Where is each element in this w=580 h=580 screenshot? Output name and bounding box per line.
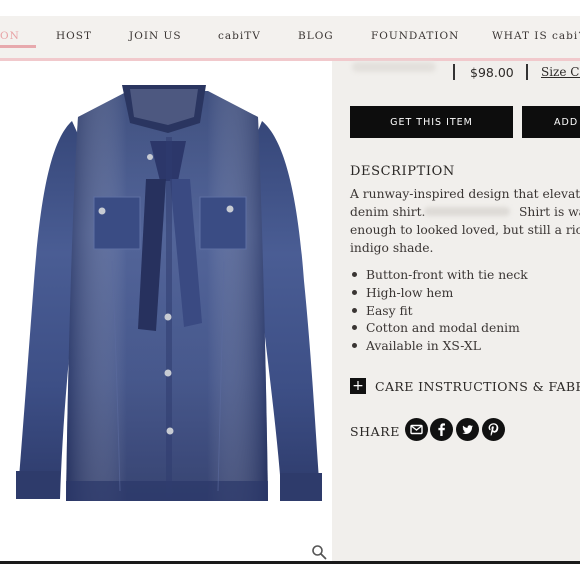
description-text: denim shirt. (350, 205, 426, 219)
get-this-item-button[interactable]: GET THIS ITEM (350, 106, 513, 138)
size-chart-link[interactable]: Size Ch (541, 65, 580, 79)
twitter-icon[interactable] (456, 418, 479, 441)
feature-item: Button-front with tie neck (352, 268, 528, 282)
feature-item: Easy fit (352, 304, 413, 318)
description-blurred-text (424, 207, 510, 216)
nav-item-cabitv[interactable]: cabiTV (218, 30, 261, 42)
nav-item-shop[interactable]: ON (0, 30, 20, 42)
care-instructions-toggle[interactable]: + CARE INSTRUCTIONS & FABRIC (350, 378, 580, 394)
product-image-pane (0, 61, 332, 561)
pinterest-icon[interactable] (482, 418, 505, 441)
description-text: Shirt is wa (519, 205, 580, 219)
nav-item-foundation[interactable]: FOUNDATION (371, 30, 459, 42)
divider (453, 64, 455, 80)
plus-icon: + (350, 378, 366, 394)
product-price: $98.00 (470, 65, 514, 80)
add-to-bag-button[interactable]: ADD (522, 106, 580, 138)
email-icon[interactable] (405, 418, 428, 441)
product-image[interactable] (0, 61, 332, 561)
product-page: ON HOST JOIN US cabiTV BLOG FOUNDATION W… (0, 0, 580, 580)
feature-item: Cotton and modal denim (352, 321, 520, 335)
description-text: indigo shade. (350, 241, 434, 255)
care-instructions-label: CARE INSTRUCTIONS & FABRIC (375, 378, 580, 394)
nav-item-what-is-cabi[interactable]: WHAT IS cabi? (492, 30, 580, 42)
description-text: A runway-inspired design that elevates (350, 187, 580, 201)
feature-item: High-low hem (352, 286, 453, 300)
nav-item-host[interactable]: HOST (56, 30, 92, 42)
nav-active-indicator (0, 45, 36, 48)
description-text: enough to looked loved, but still a rich (350, 223, 580, 237)
feature-item: Available in XS-XL (352, 339, 481, 353)
nav-item-blog[interactable]: BLOG (298, 30, 334, 42)
divider (526, 64, 528, 80)
product-name-blurred (352, 62, 436, 72)
bottom-divider (0, 561, 580, 564)
share-label: SHARE (350, 424, 401, 439)
zoom-icon[interactable] (311, 544, 327, 560)
description-heading: DESCRIPTION (350, 164, 455, 179)
nav-item-join-us[interactable]: JOIN US (129, 30, 182, 42)
facebook-icon[interactable] (430, 418, 453, 441)
